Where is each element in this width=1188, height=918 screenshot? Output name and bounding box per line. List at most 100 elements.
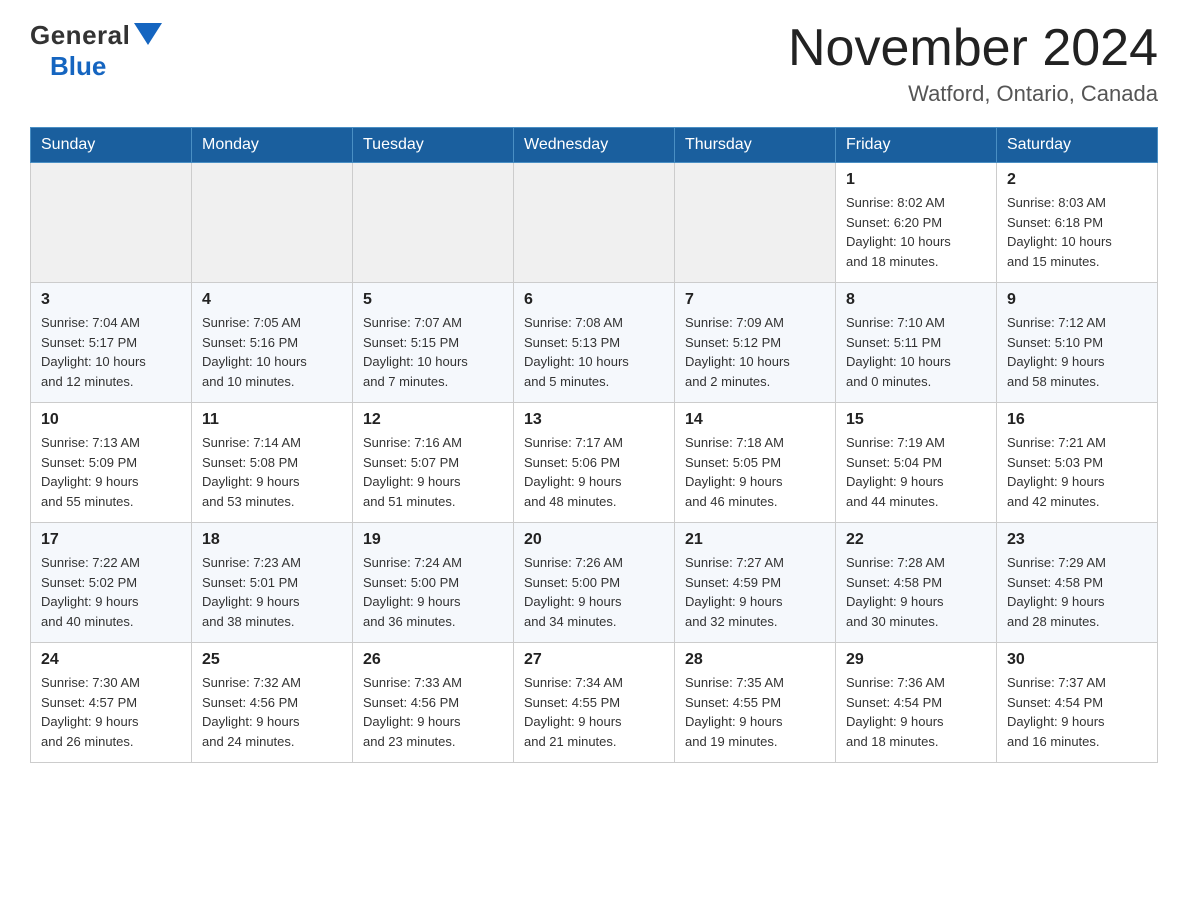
day-number: 30 bbox=[1007, 651, 1147, 669]
day-number: 8 bbox=[846, 291, 986, 309]
weekday-header-monday: Monday bbox=[192, 128, 353, 163]
weekday-header-row: SundayMondayTuesdayWednesdayThursdayFrid… bbox=[31, 128, 1158, 163]
day-info: Sunrise: 7:29 AMSunset: 4:58 PMDaylight:… bbox=[1007, 553, 1147, 631]
day-number: 25 bbox=[202, 651, 342, 669]
day-number: 24 bbox=[41, 651, 181, 669]
calendar-cell: 12Sunrise: 7:16 AMSunset: 5:07 PMDayligh… bbox=[353, 403, 514, 523]
calendar-cell: 3 Sunrise: 7:04 AMSunset: 5:17 PMDaylight… bbox=[31, 283, 192, 403]
day-info: Sunrise: 8:03 AMSunset: 6:18 PMDaylight:… bbox=[1007, 193, 1147, 271]
day-info: Sunrise: 7:23 AMSunset: 5:01 PMDaylight:… bbox=[202, 553, 342, 631]
calendar-cell: 30 Sunrise: 7:37 AMSunset: 4:54 PMDayligh… bbox=[997, 643, 1158, 763]
calendar-cell: 28 Sunrise: 7:35 AMSunset: 4:55 PMDayligh… bbox=[675, 643, 836, 763]
day-info: Sunrise: 7:21 AMSunset: 5:03 PMDaylight:… bbox=[1007, 433, 1147, 511]
day-number: 10 bbox=[41, 411, 181, 429]
calendar-cell bbox=[192, 163, 353, 283]
day-number: 7 bbox=[685, 291, 825, 309]
week-row-5: 24 Sunrise: 7:30 AMSunset: 4:57 PMDayligh… bbox=[31, 643, 1158, 763]
day-info: Sunrise: 7:17 AMSunset: 5:06 PMDaylight:… bbox=[524, 433, 664, 511]
logo-blue-text: Blue bbox=[50, 51, 106, 82]
calendar-cell: 14 Sunrise: 7:18 AMSunset: 5:05 PMDayligh… bbox=[675, 403, 836, 523]
day-number: 28 bbox=[685, 651, 825, 669]
day-number: 6 bbox=[524, 291, 664, 309]
calendar-cell: 22 Sunrise: 7:28 AMSunset: 4:58 PMDayligh… bbox=[836, 523, 997, 643]
day-number: 9 bbox=[1007, 291, 1147, 309]
day-info: Sunrise: 7:36 AMSunset: 4:54 PMDaylight:… bbox=[846, 673, 986, 751]
calendar-cell: 1Sunrise: 8:02 AMSunset: 6:20 PMDaylight… bbox=[836, 163, 997, 283]
day-info: Sunrise: 7:14 AMSunset: 5:08 PMDaylight:… bbox=[202, 433, 342, 511]
day-info: Sunrise: 7:32 AMSunset: 4:56 PMDaylight:… bbox=[202, 673, 342, 751]
day-info: Sunrise: 7:08 AMSunset: 5:13 PMDaylight:… bbox=[524, 313, 664, 391]
day-info: Sunrise: 7:13 AMSunset: 5:09 PMDaylight:… bbox=[41, 433, 181, 511]
weekday-header-tuesday: Tuesday bbox=[353, 128, 514, 163]
month-title: November 2024 bbox=[788, 20, 1158, 77]
calendar-cell: 11 Sunrise: 7:14 AMSunset: 5:08 PMDayligh… bbox=[192, 403, 353, 523]
calendar-cell: 27Sunrise: 7:34 AMSunset: 4:55 PMDayligh… bbox=[514, 643, 675, 763]
calendar-cell: 2 Sunrise: 8:03 AMSunset: 6:18 PMDaylight… bbox=[997, 163, 1158, 283]
calendar-cell: 26Sunrise: 7:33 AMSunset: 4:56 PMDayligh… bbox=[353, 643, 514, 763]
day-info: Sunrise: 7:35 AMSunset: 4:55 PMDaylight:… bbox=[685, 673, 825, 751]
week-row-1: 1Sunrise: 8:02 AMSunset: 6:20 PMDaylight… bbox=[31, 163, 1158, 283]
weekday-header-saturday: Saturday bbox=[997, 128, 1158, 163]
day-number: 15 bbox=[846, 411, 986, 429]
day-info: Sunrise: 7:30 AMSunset: 4:57 PMDaylight:… bbox=[41, 673, 181, 751]
calendar-cell: 13 Sunrise: 7:17 AMSunset: 5:06 PMDayligh… bbox=[514, 403, 675, 523]
calendar-cell: 16 Sunrise: 7:21 AMSunset: 5:03 PMDayligh… bbox=[997, 403, 1158, 523]
day-info: Sunrise: 7:09 AMSunset: 5:12 PMDaylight:… bbox=[685, 313, 825, 391]
day-info: Sunrise: 8:02 AMSunset: 6:20 PMDaylight:… bbox=[846, 193, 986, 271]
calendar-cell bbox=[31, 163, 192, 283]
day-number: 2 bbox=[1007, 171, 1147, 189]
day-number: 11 bbox=[202, 411, 342, 429]
calendar-cell bbox=[675, 163, 836, 283]
calendar-cell: 15 Sunrise: 7:19 AMSunset: 5:04 PMDayligh… bbox=[836, 403, 997, 523]
calendar-cell: 19Sunrise: 7:24 AMSunset: 5:00 PMDayligh… bbox=[353, 523, 514, 643]
day-number: 20 bbox=[524, 531, 664, 549]
day-number: 18 bbox=[202, 531, 342, 549]
day-number: 3 bbox=[41, 291, 181, 309]
calendar-cell: 25 Sunrise: 7:32 AMSunset: 4:56 PMDayligh… bbox=[192, 643, 353, 763]
calendar-cell: 7 Sunrise: 7:09 AMSunset: 5:12 PMDaylight… bbox=[675, 283, 836, 403]
weekday-header-friday: Friday bbox=[836, 128, 997, 163]
day-number: 14 bbox=[685, 411, 825, 429]
calendar-cell: 23 Sunrise: 7:29 AMSunset: 4:58 PMDayligh… bbox=[997, 523, 1158, 643]
calendar-cell: 8Sunrise: 7:10 AMSunset: 5:11 PMDaylight… bbox=[836, 283, 997, 403]
day-info: Sunrise: 7:33 AMSunset: 4:56 PMDaylight:… bbox=[363, 673, 503, 751]
week-row-4: 17Sunrise: 7:22 AMSunset: 5:02 PMDayligh… bbox=[31, 523, 1158, 643]
calendar-cell: 24 Sunrise: 7:30 AMSunset: 4:57 PMDayligh… bbox=[31, 643, 192, 763]
calendar-cell: 9 Sunrise: 7:12 AMSunset: 5:10 PMDaylight… bbox=[997, 283, 1158, 403]
day-number: 22 bbox=[846, 531, 986, 549]
day-info: Sunrise: 7:04 AMSunset: 5:17 PMDaylight:… bbox=[41, 313, 181, 391]
calendar-cell: 20 Sunrise: 7:26 AMSunset: 5:00 PMDayligh… bbox=[514, 523, 675, 643]
logo-general-text: General bbox=[30, 20, 130, 51]
title-section: November 2024 Watford, Ontario, Canada bbox=[788, 20, 1158, 107]
day-info: Sunrise: 7:37 AMSunset: 4:54 PMDaylight:… bbox=[1007, 673, 1147, 751]
weekday-header-wednesday: Wednesday bbox=[514, 128, 675, 163]
day-info: Sunrise: 7:24 AMSunset: 5:00 PMDaylight:… bbox=[363, 553, 503, 631]
calendar-cell: 29 Sunrise: 7:36 AMSunset: 4:54 PMDayligh… bbox=[836, 643, 997, 763]
weekday-header-sunday: Sunday bbox=[31, 128, 192, 163]
calendar-cell: 5Sunrise: 7:07 AMSunset: 5:15 PMDaylight… bbox=[353, 283, 514, 403]
day-info: Sunrise: 7:07 AMSunset: 5:15 PMDaylight:… bbox=[363, 313, 503, 391]
day-number: 29 bbox=[846, 651, 986, 669]
calendar-cell: 4Sunrise: 7:05 AMSunset: 5:16 PMDaylight… bbox=[192, 283, 353, 403]
day-info: Sunrise: 7:18 AMSunset: 5:05 PMDaylight:… bbox=[685, 433, 825, 511]
calendar-cell: 21Sunrise: 7:27 AMSunset: 4:59 PMDayligh… bbox=[675, 523, 836, 643]
week-row-2: 3 Sunrise: 7:04 AMSunset: 5:17 PMDaylight… bbox=[31, 283, 1158, 403]
calendar-cell: 6 Sunrise: 7:08 AMSunset: 5:13 PMDaylight… bbox=[514, 283, 675, 403]
day-info: Sunrise: 7:05 AMSunset: 5:16 PMDaylight:… bbox=[202, 313, 342, 391]
calendar-cell: 17Sunrise: 7:22 AMSunset: 5:02 PMDayligh… bbox=[31, 523, 192, 643]
location-title: Watford, Ontario, Canada bbox=[788, 81, 1158, 107]
day-info: Sunrise: 7:26 AMSunset: 5:00 PMDaylight:… bbox=[524, 553, 664, 631]
day-number: 23 bbox=[1007, 531, 1147, 549]
calendar-cell: 10 Sunrise: 7:13 AMSunset: 5:09 PMDayligh… bbox=[31, 403, 192, 523]
day-info: Sunrise: 7:12 AMSunset: 5:10 PMDaylight:… bbox=[1007, 313, 1147, 391]
calendar-cell: 18 Sunrise: 7:23 AMSunset: 5:01 PMDayligh… bbox=[192, 523, 353, 643]
calendar-table: SundayMondayTuesdayWednesdayThursdayFrid… bbox=[30, 127, 1158, 763]
logo: General Blue bbox=[30, 20, 162, 82]
day-info: Sunrise: 7:28 AMSunset: 4:58 PMDaylight:… bbox=[846, 553, 986, 631]
day-info: Sunrise: 7:19 AMSunset: 5:04 PMDaylight:… bbox=[846, 433, 986, 511]
day-number: 17 bbox=[41, 531, 181, 549]
week-row-3: 10 Sunrise: 7:13 AMSunset: 5:09 PMDayligh… bbox=[31, 403, 1158, 523]
day-number: 16 bbox=[1007, 411, 1147, 429]
day-number: 13 bbox=[524, 411, 664, 429]
day-info: Sunrise: 7:16 AMSunset: 5:07 PMDaylight:… bbox=[363, 433, 503, 511]
